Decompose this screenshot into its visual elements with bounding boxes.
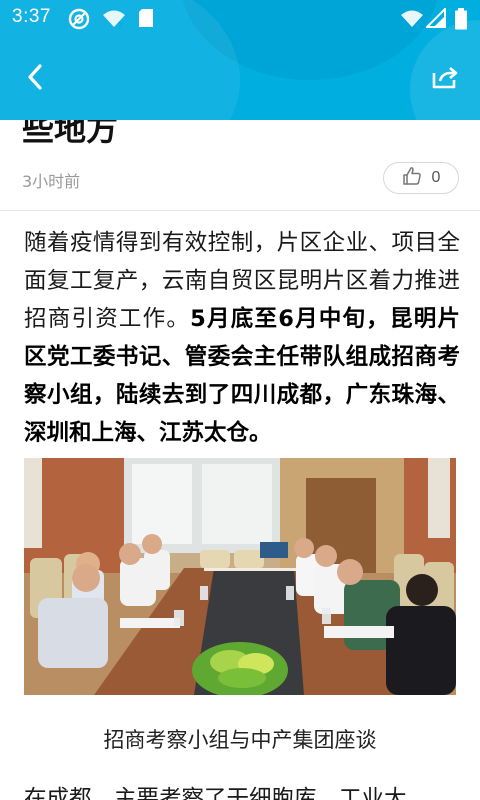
back-button[interactable]	[18, 62, 52, 96]
wifi-question-icon: ?	[102, 8, 126, 34]
chevron-left-icon	[25, 63, 45, 95]
at-sign-icon	[68, 8, 90, 34]
image-caption: 招商考察小组与中产集团座谈	[103, 728, 377, 752]
svg-text:?: ?	[117, 21, 123, 30]
status-bar: 3:37 ? x	[0, 0, 480, 36]
meeting-photo	[24, 458, 456, 695]
article-paragraph: 在成都，主要考察了干细胞库、工业大	[24, 786, 407, 800]
toolbar	[0, 48, 480, 110]
thumbs-up-icon	[402, 166, 422, 190]
status-time: 3:37	[12, 6, 51, 27]
article-title: 些地方	[22, 120, 119, 148]
app-header: 3:37 ? x	[0, 0, 480, 120]
share-icon	[431, 64, 459, 94]
article-photo[interactable]	[24, 458, 456, 695]
battery-icon	[454, 8, 468, 34]
signal-icon	[424, 6, 446, 32]
share-button[interactable]	[428, 62, 462, 96]
wifi-x-icon: x	[400, 8, 424, 34]
article-content: 些地方 3小时前 0 随着疫情得到有效控制，片区企业、项目全面复工复产，云南自贸…	[0, 120, 480, 800]
publish-time: 3小时前	[22, 172, 81, 191]
article-paragraph: 随着疫情得到有效控制，片区企业、项目全面复工复产，云南自贸区昆明片区着力推进招商…	[24, 224, 460, 452]
like-button[interactable]: 0	[383, 162, 459, 194]
divider	[0, 210, 480, 211]
svg-text:x: x	[415, 21, 420, 30]
like-count: 0	[431, 169, 441, 186]
sd-card-icon	[138, 8, 154, 32]
